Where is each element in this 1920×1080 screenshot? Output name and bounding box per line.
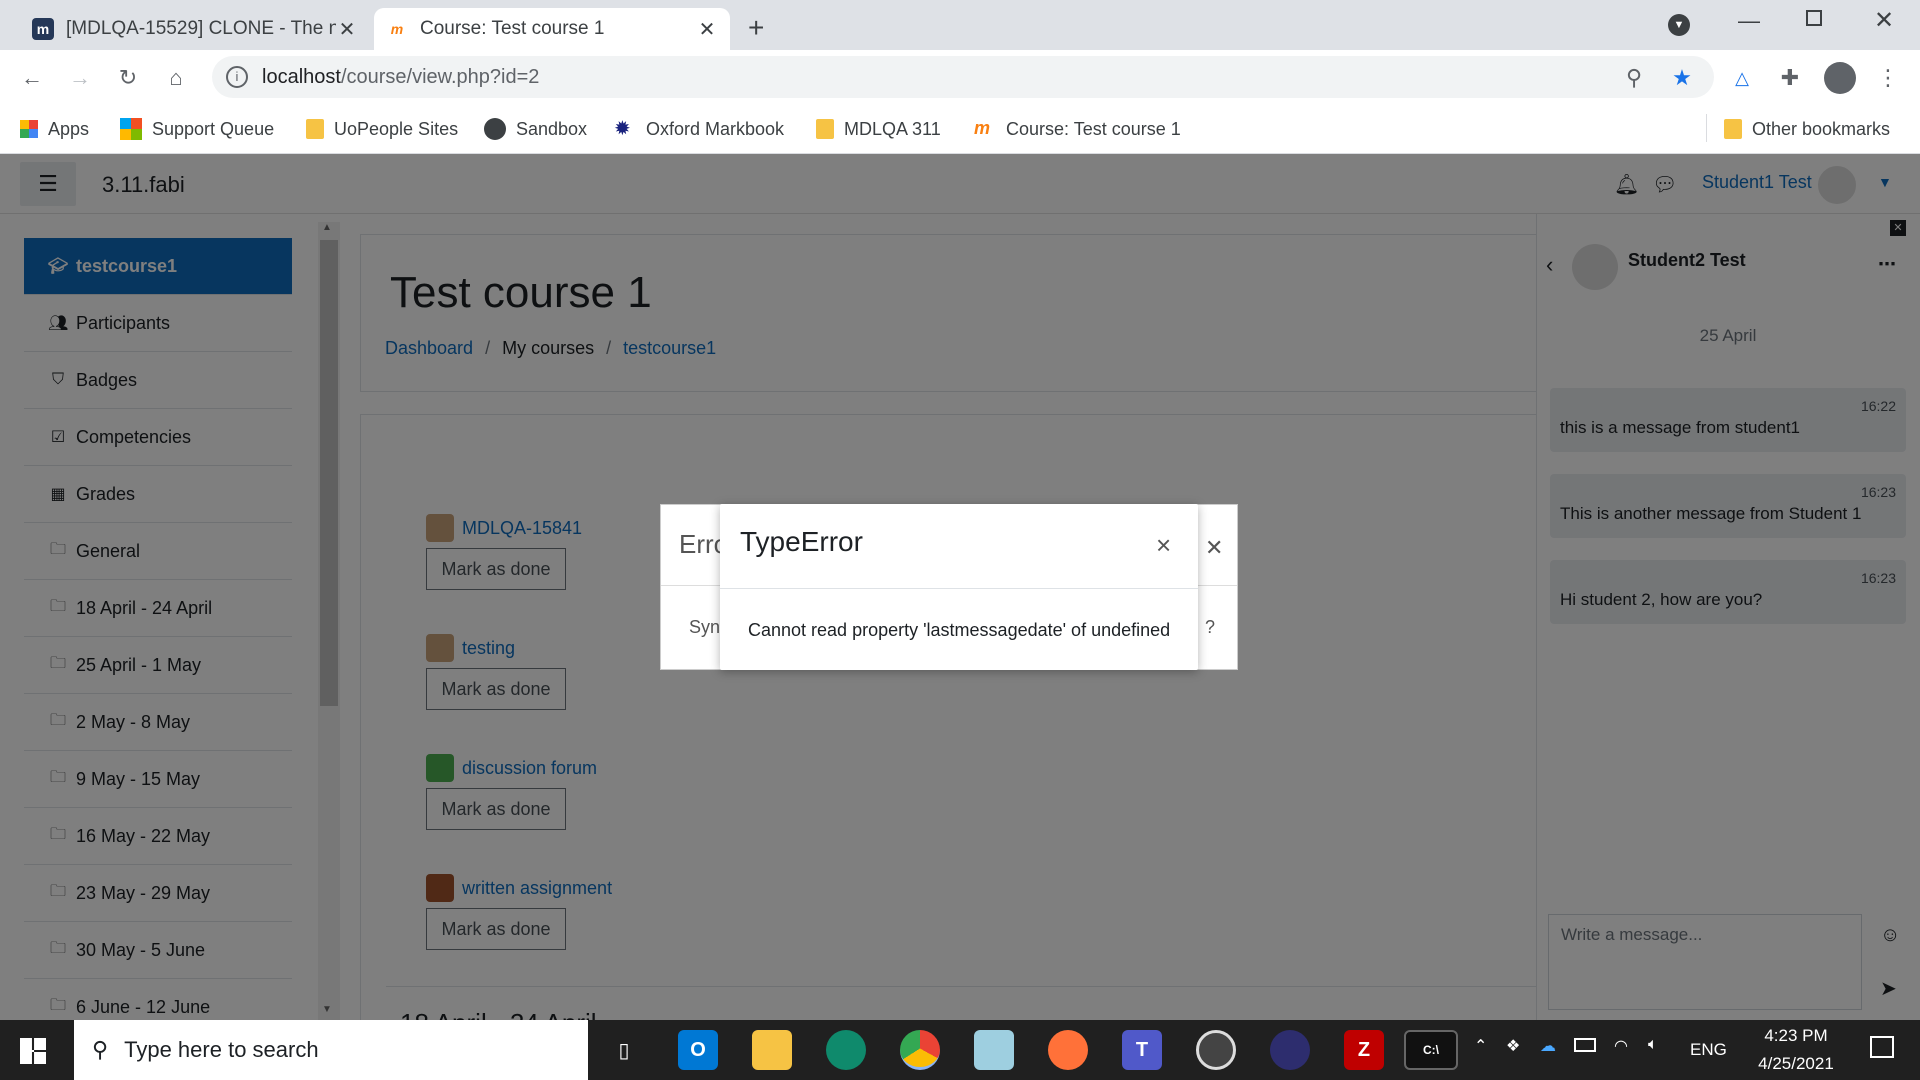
back-icon[interactable]: ← xyxy=(16,62,48,94)
teams-icon[interactable]: T xyxy=(1122,1030,1162,1070)
dropbox-icon[interactable]: ❖ xyxy=(1506,1036,1520,1056)
moodle-favicon-icon: m xyxy=(390,21,404,37)
vpn-lock-icon[interactable] xyxy=(1270,1030,1310,1070)
browser-tab-1[interactable]: m [MDLQA-15529] CLONE - The nu ✕ xyxy=(20,8,370,50)
typeerror-modal: TypeError × Cannot read property 'lastme… xyxy=(720,504,1198,670)
notepad-icon[interactable] xyxy=(974,1030,1014,1070)
new-tab-button[interactable]: + xyxy=(748,12,764,44)
site-info-icon[interactable]: i xyxy=(226,66,248,88)
extension-drive-icon[interactable]: △ xyxy=(1726,62,1758,94)
bookmarks-bar xyxy=(0,104,1920,154)
language-indicator[interactable]: ENG xyxy=(1690,1040,1727,1060)
edge-icon[interactable] xyxy=(826,1030,866,1070)
volume-icon[interactable]: 🔈︎ xyxy=(1648,1036,1658,1054)
onedrive-icon[interactable]: ☁ xyxy=(1540,1036,1556,1056)
zoom-icon[interactable]: ⚲ xyxy=(1618,62,1650,94)
microsoft-icon xyxy=(120,118,142,140)
bookmark-star-icon[interactable]: ★ xyxy=(1666,62,1698,94)
bookmark-uopeople-sites[interactable]: UoPeople Sites xyxy=(306,114,458,144)
chrome-icon[interactable] xyxy=(900,1030,940,1070)
modal-divider xyxy=(720,588,1198,589)
task-view-icon[interactable]: ▯ xyxy=(604,1030,644,1070)
wifi-icon[interactable]: ◠ xyxy=(1614,1036,1628,1056)
folder-icon xyxy=(1724,119,1742,139)
profile-avatar-icon[interactable] xyxy=(1824,62,1856,94)
apps-grid-icon xyxy=(20,120,38,138)
minimize-icon[interactable]: — xyxy=(1738,8,1760,34)
extensions-puzzle-icon[interactable]: ✚ xyxy=(1774,62,1806,94)
firefox-icon[interactable] xyxy=(1048,1030,1088,1070)
modal-title: TypeError xyxy=(740,526,863,557)
menu-kebab-icon[interactable]: ⋮ xyxy=(1872,62,1904,94)
close-icon[interactable]: × xyxy=(1156,530,1171,561)
outlook-icon[interactable]: O xyxy=(678,1030,718,1070)
reload-icon[interactable]: ↻ xyxy=(112,62,144,94)
modal-body: Cannot read property 'lastmessagedate' o… xyxy=(748,620,1171,640)
browser-tab-2[interactable]: m Course: Test course 1 ✕ xyxy=(374,8,730,50)
home-icon[interactable]: ⌂ xyxy=(160,62,192,94)
gear-icon: ✹ xyxy=(614,118,631,140)
close-tab-icon[interactable]: ✕ xyxy=(696,17,718,42)
bookmark-other[interactable]: Other bookmarks xyxy=(1724,114,1890,144)
battery-icon[interactable] xyxy=(1574,1038,1596,1052)
close-icon[interactable]: ✕ xyxy=(1205,535,1223,561)
bookmark-mdlqa-311[interactable]: MDLQA 311 xyxy=(816,114,941,144)
close-window-icon[interactable]: ✕ xyxy=(1874,6,1894,35)
bookmark-sandbox[interactable]: Sandbox xyxy=(484,114,587,144)
restore-icon[interactable] xyxy=(1806,10,1822,26)
notification-center-icon[interactable] xyxy=(1870,1036,1894,1058)
clock-date[interactable]: 4/25/2021 xyxy=(1740,1054,1852,1074)
bookmark-oxford-markbook[interactable]: ✹ Oxford Markbook xyxy=(614,114,784,144)
clock-time[interactable]: 4:23 PM xyxy=(1746,1026,1846,1046)
tray-chevron-icon[interactable]: ⌃ xyxy=(1474,1036,1487,1056)
media-icon[interactable] xyxy=(1196,1030,1236,1070)
close-tab-icon[interactable]: ✕ xyxy=(336,17,358,42)
url-text[interactable]: localhost/course/view.php?id=2 xyxy=(262,66,539,89)
moodle-favicon-icon: m xyxy=(974,118,991,138)
bookmark-divider xyxy=(1706,114,1707,142)
forward-icon[interactable]: → xyxy=(64,62,96,94)
terminal-icon[interactable]: C:\ xyxy=(1404,1030,1458,1070)
moodle-tracker-icon: m xyxy=(32,18,54,40)
bookmark-course-test[interactable]: m Course: Test course 1 xyxy=(974,114,1181,144)
filezilla-icon[interactable]: Z xyxy=(1344,1030,1384,1070)
file-explorer-icon[interactable] xyxy=(752,1030,792,1070)
modal-body-end: ? xyxy=(1205,617,1216,637)
bookmark-support-queue[interactable]: Support Queue xyxy=(120,114,274,144)
tab-search-icon[interactable]: ▼ xyxy=(1668,14,1690,36)
folder-icon xyxy=(306,119,324,139)
bookmark-apps[interactable]: Apps xyxy=(20,114,89,144)
search-icon: ⚲ xyxy=(92,1037,109,1062)
taskbar-search[interactable]: ⚲ Type here to search xyxy=(74,1020,588,1080)
moodle-circle-icon xyxy=(484,118,506,140)
folder-icon xyxy=(816,119,834,139)
